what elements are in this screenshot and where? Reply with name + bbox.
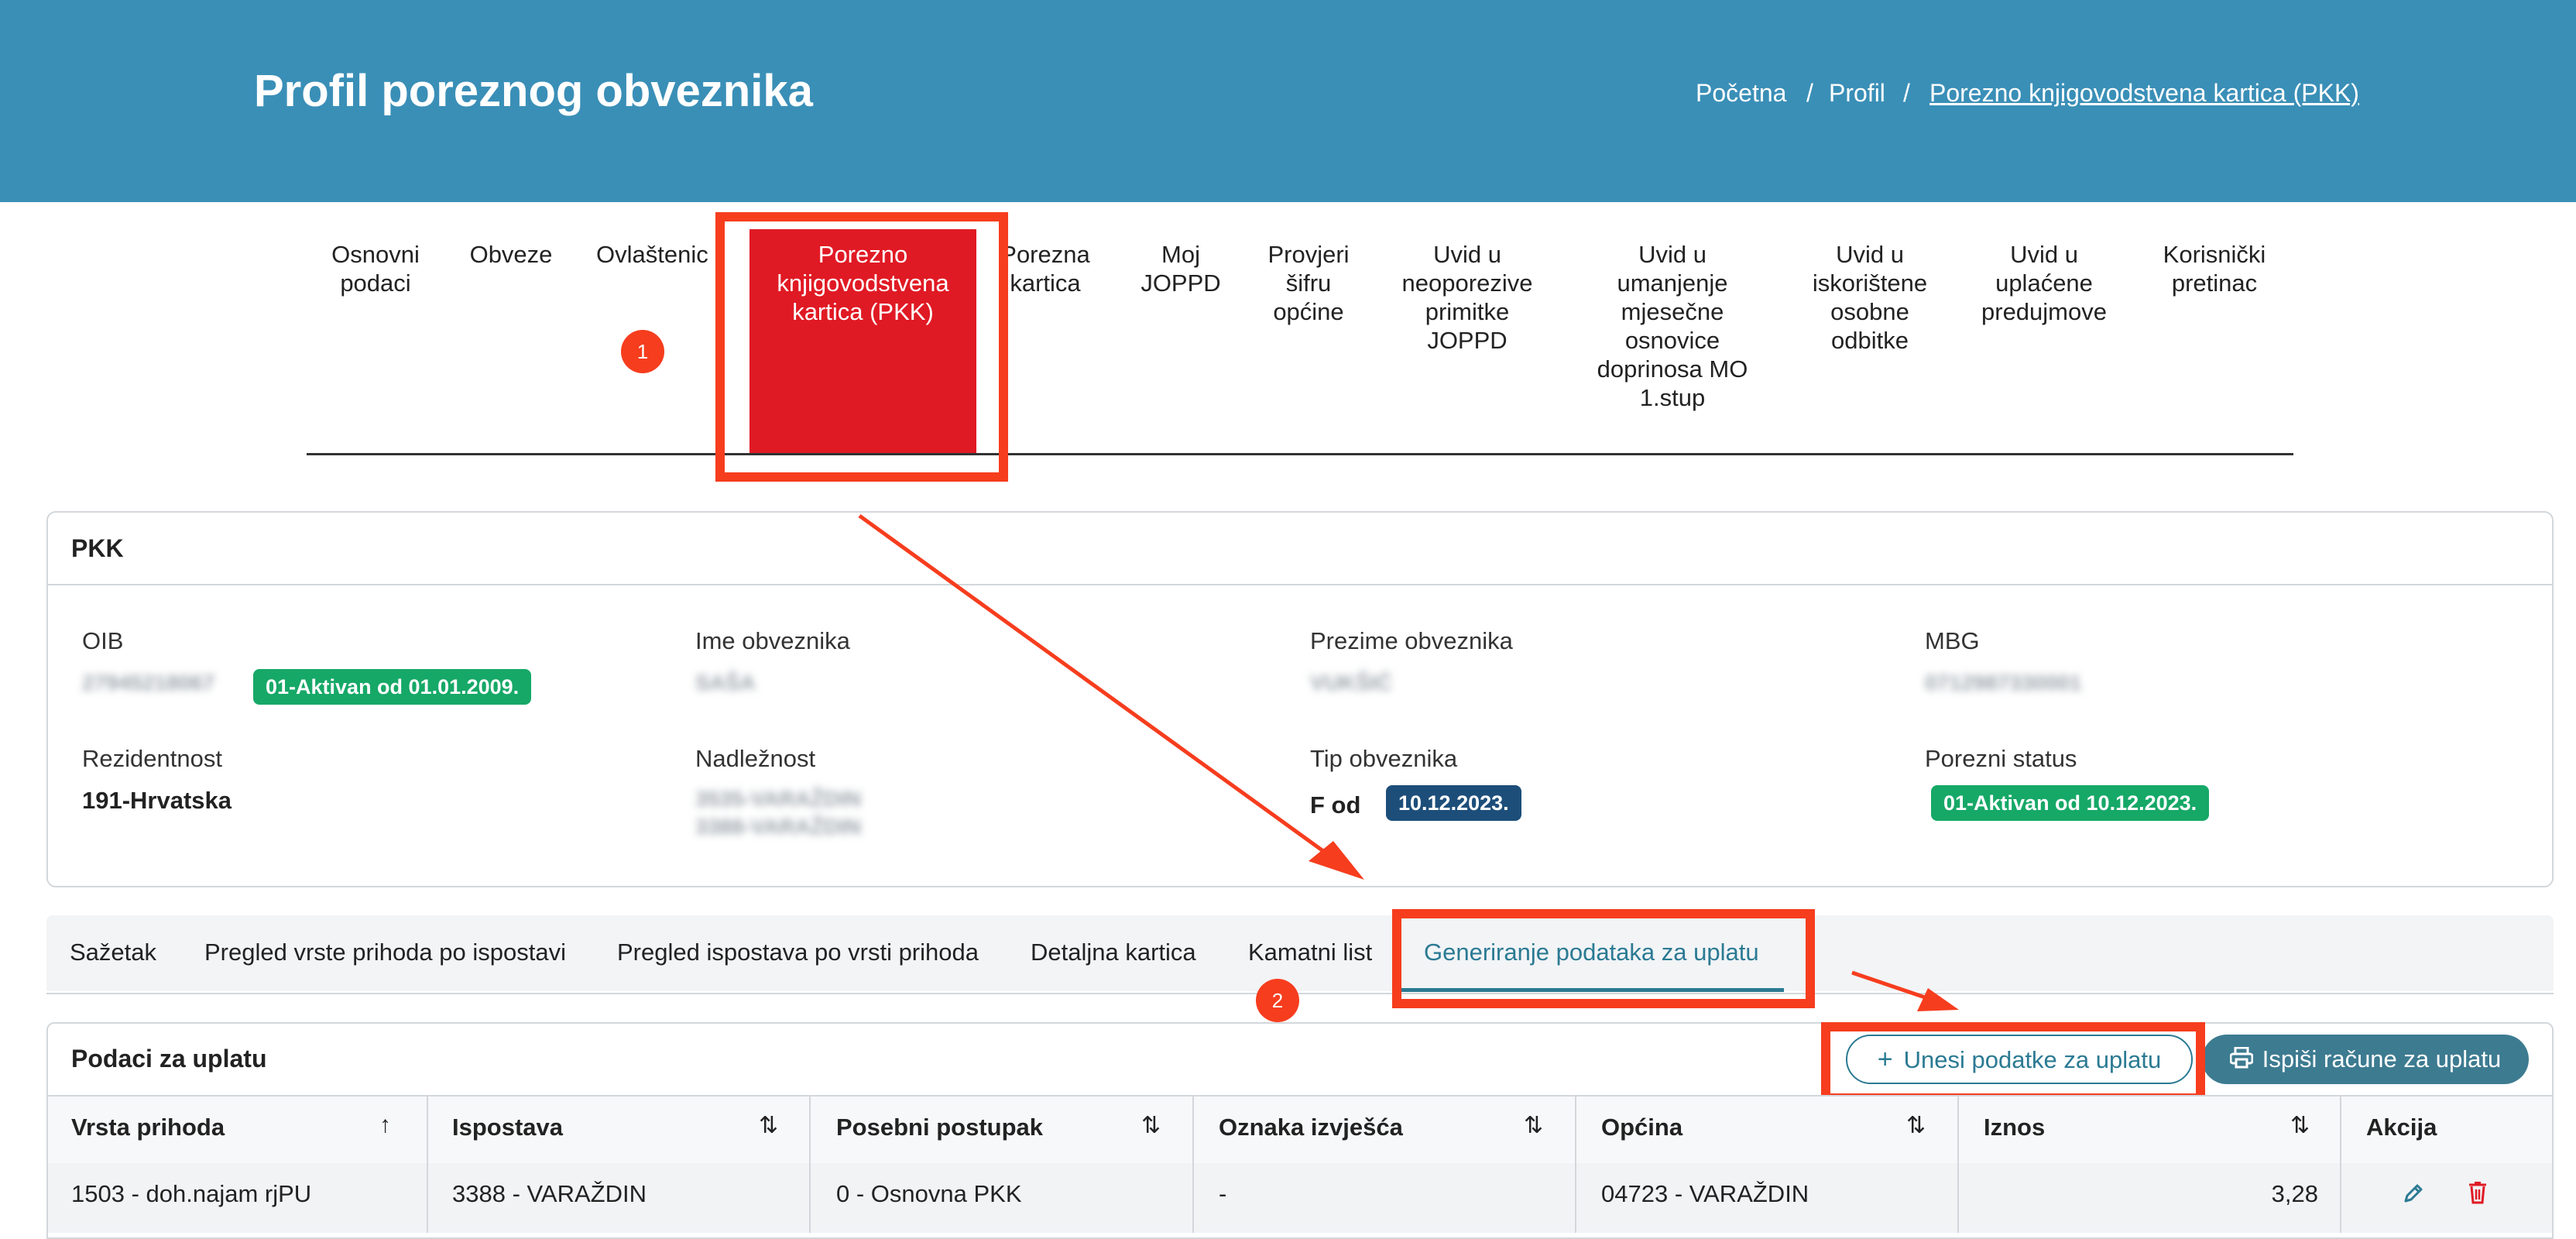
annotation-arrows bbox=[858, 513, 1959, 1011]
